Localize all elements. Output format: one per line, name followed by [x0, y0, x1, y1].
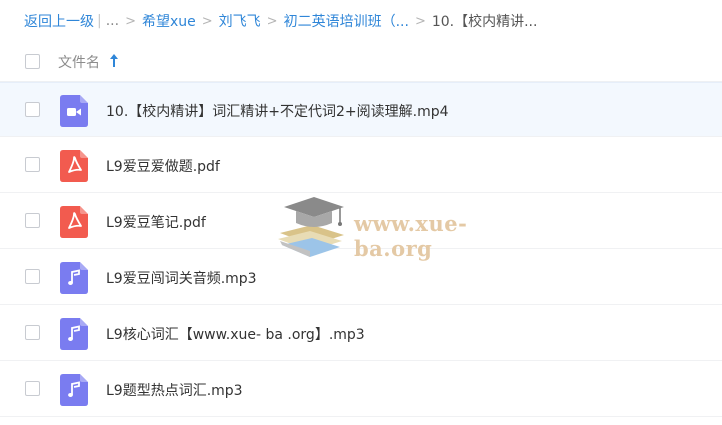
audio-file-icon [60, 318, 88, 350]
breadcrumb-ellipsis[interactable]: ... [106, 13, 119, 29]
file-row[interactable]: 10.【校内精讲】词汇精讲+不定代词2+阅读理解.mp4 [0, 82, 722, 137]
file-row[interactable]: L9爱豆闯词关音频.mp3 [0, 250, 722, 305]
file-checkbox[interactable] [25, 157, 40, 172]
file-row[interactable]: L9核心词汇【www.xue- ba .org】.mp3 [0, 306, 722, 361]
select-all-checkbox[interactable] [25, 54, 40, 69]
pdf-file-icon [60, 150, 88, 182]
file-name[interactable]: L9爱豆笔记.pdf [106, 212, 206, 232]
breadcrumb-separator: > [201, 13, 213, 29]
file-checkbox[interactable] [25, 325, 40, 340]
audio-file-icon [60, 262, 88, 294]
file-row[interactable]: L9题型热点词汇.mp3 [0, 362, 722, 417]
file-checkbox[interactable] [25, 381, 40, 396]
file-name[interactable]: L9题型热点词汇.mp3 [106, 380, 243, 400]
audio-file-icon [60, 374, 88, 406]
breadcrumb: 返回上一级 | ... > 希望xue > 刘飞飞 > 初二英语培训班（... … [24, 11, 722, 31]
breadcrumb-separator: > [414, 13, 426, 29]
video-file-icon [60, 95, 88, 127]
breadcrumb-divider: | [97, 13, 102, 29]
breadcrumb-current: 10.【校内精讲... [431, 14, 538, 30]
file-row[interactable]: L9爱豆爱做题.pdf [0, 138, 722, 193]
file-name[interactable]: 10.【校内精讲】词汇精讲+不定代词2+阅读理解.mp4 [106, 101, 449, 121]
file-list-header: 文件名 [0, 43, 722, 82]
sort-ascending-icon[interactable] [109, 53, 119, 68]
file-name[interactable]: L9核心词汇【www.xue- ba .org】.mp3 [106, 324, 365, 344]
file-checkbox[interactable] [25, 213, 40, 228]
file-name[interactable]: L9爱豆闯词关音频.mp3 [106, 268, 257, 288]
file-name[interactable]: L9爱豆爱做题.pdf [106, 156, 220, 176]
pdf-file-icon [60, 206, 88, 238]
back-link[interactable]: 返回上一级 [24, 11, 94, 31]
file-checkbox[interactable] [25, 102, 40, 117]
file-row[interactable]: L9爱豆笔记.pdf [0, 194, 722, 249]
filename-column-header[interactable]: 文件名 [58, 52, 100, 72]
breadcrumb-item-xiwangxue[interactable]: 希望xue [142, 11, 196, 31]
file-checkbox[interactable] [25, 269, 40, 284]
breadcrumb-separator: > [125, 13, 136, 29]
breadcrumb-item-course[interactable]: 初二英语培训班（... [284, 11, 409, 31]
breadcrumb-item-liufeifei[interactable]: 刘飞飞 [219, 11, 261, 31]
breadcrumb-separator: > [266, 13, 278, 29]
